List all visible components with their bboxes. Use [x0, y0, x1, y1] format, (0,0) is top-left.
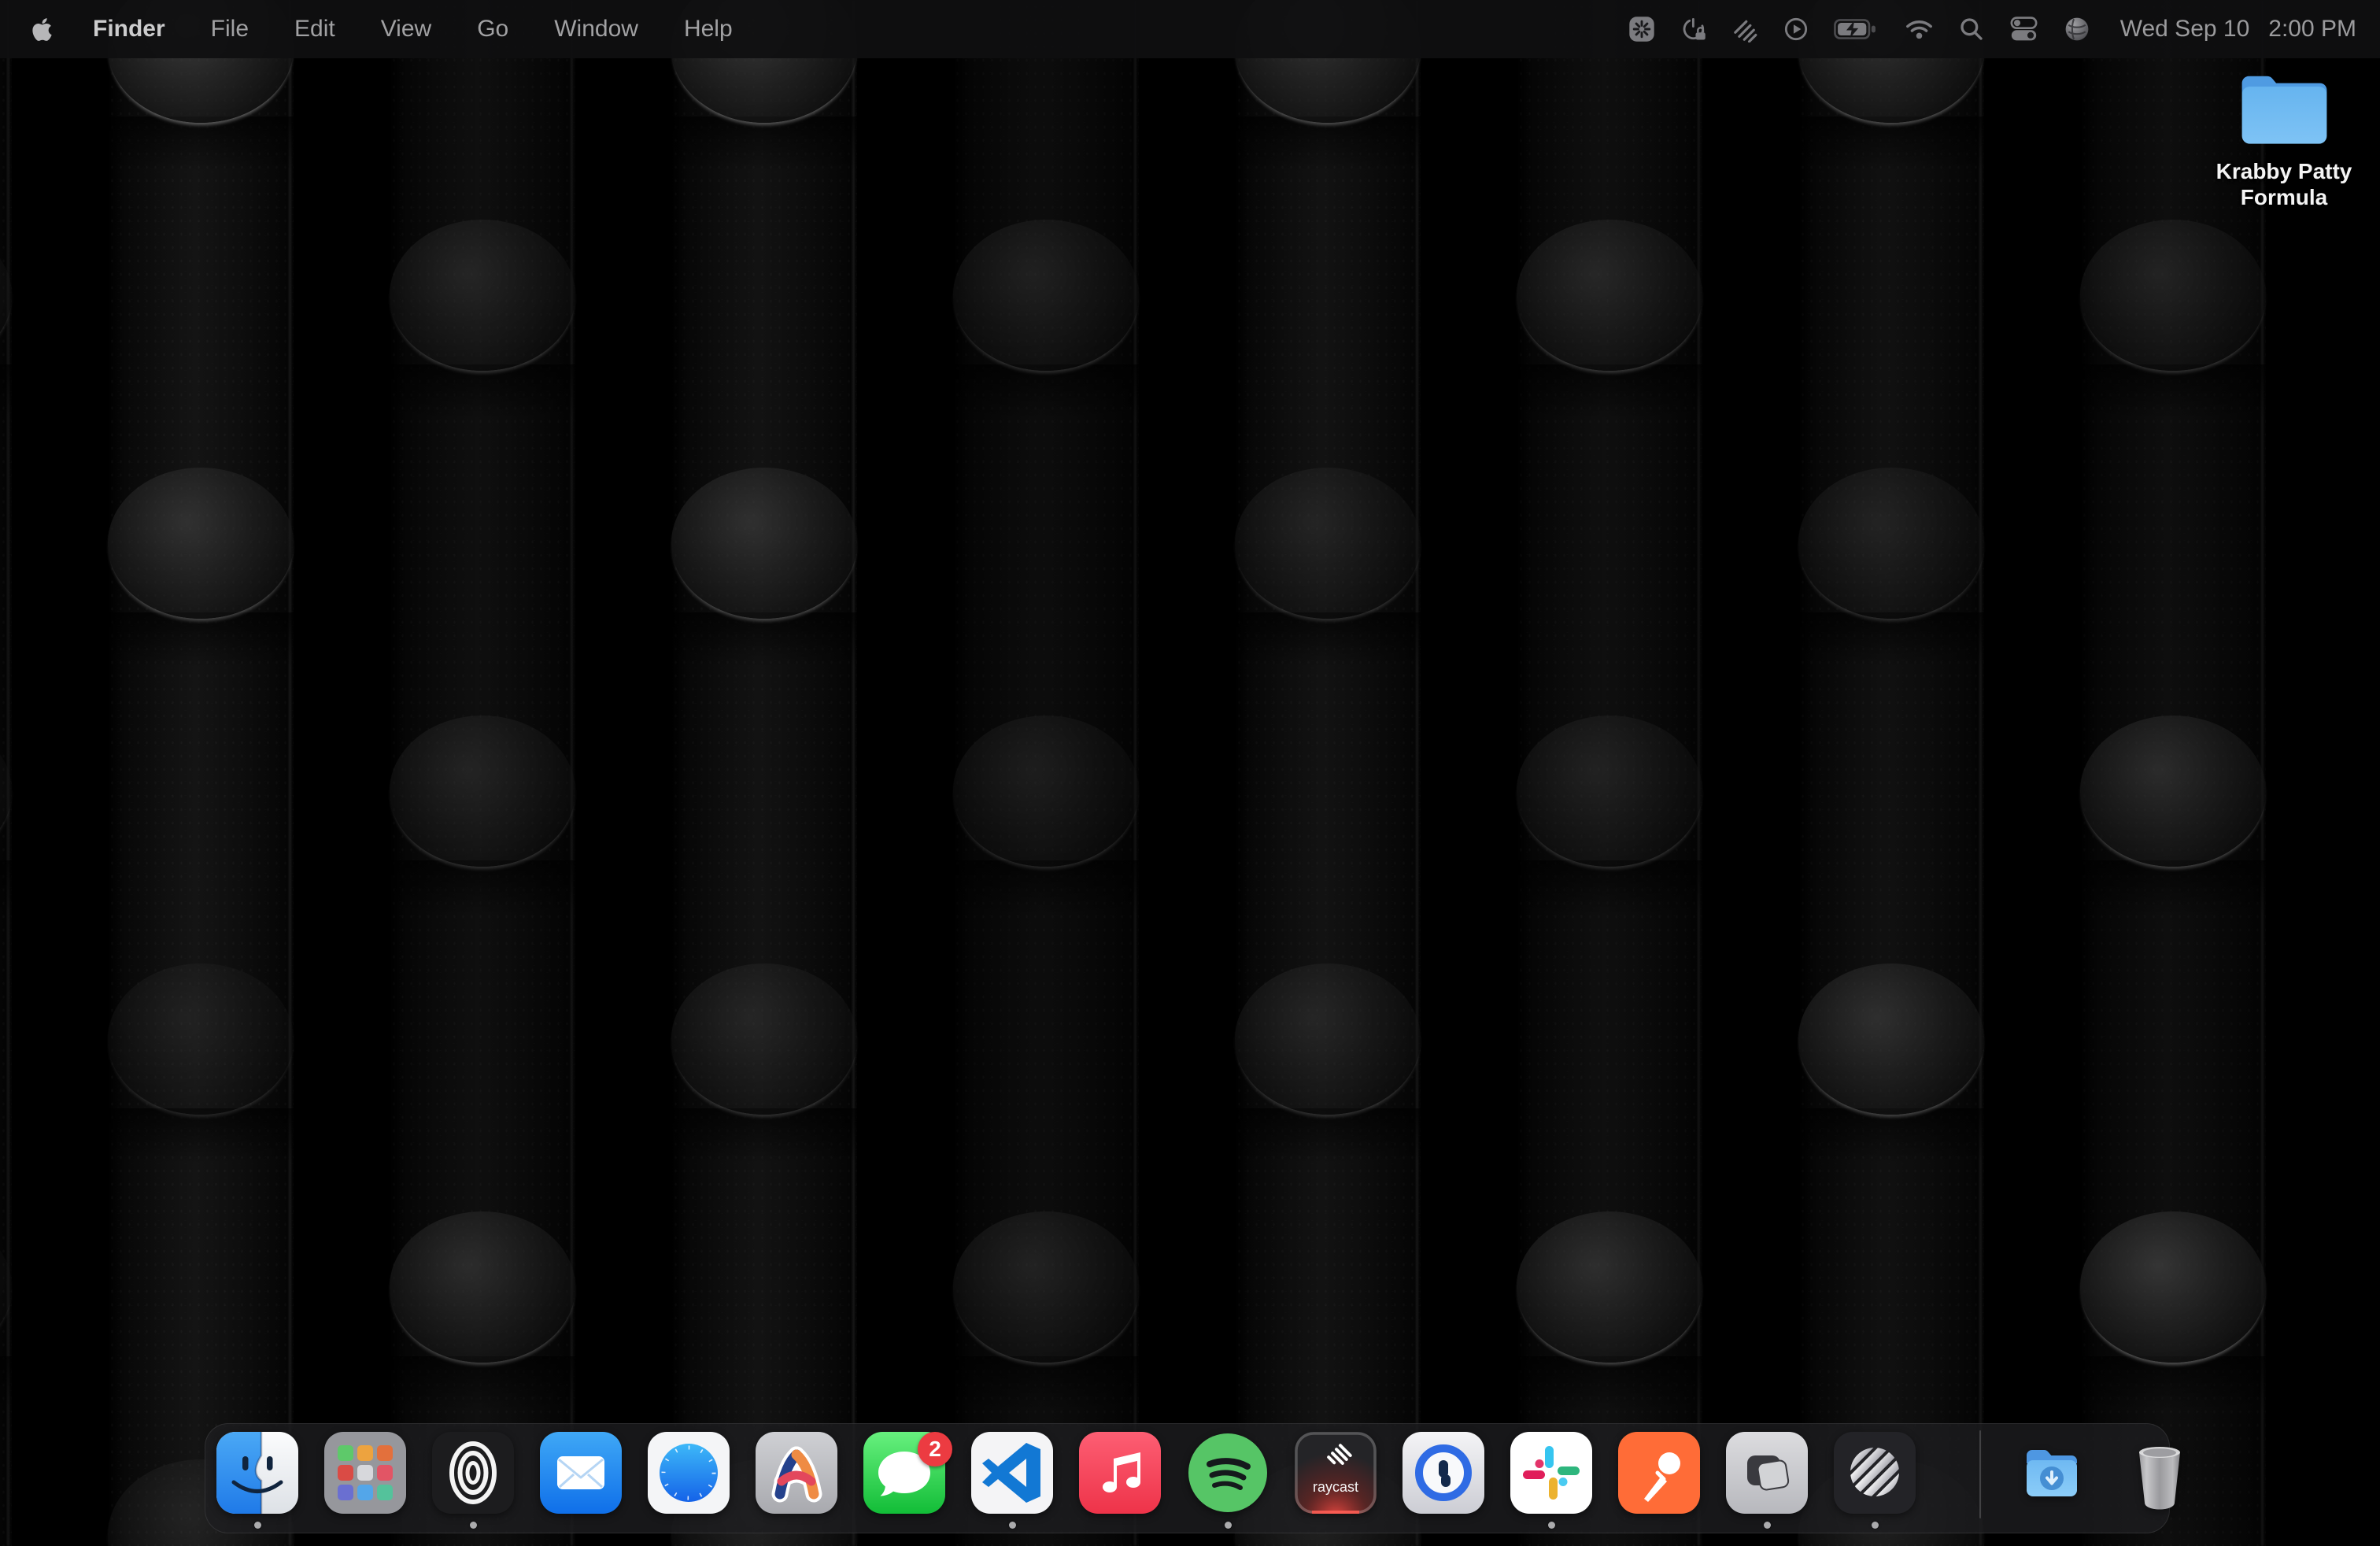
spotlight-search-icon[interactable] [1959, 17, 1984, 42]
svg-text:raycast: raycast [1313, 1479, 1358, 1495]
apple-menu-icon[interactable] [31, 17, 53, 43]
privacy-lock-icon[interactable] [1680, 17, 1707, 42]
running-indicator [470, 1522, 477, 1529]
running-indicator [254, 1522, 261, 1529]
folder-label: Krabby Patty Formula [2190, 158, 2378, 210]
dock-item-onepassword[interactable] [1402, 1432, 1484, 1514]
dock-divider [1979, 1430, 1981, 1518]
dock-item-arc[interactable] [756, 1432, 837, 1514]
menu-bar: FinderFileEditViewGoWindowHelp Wed Sep 1… [0, 0, 2380, 58]
status-icons [1628, 16, 2090, 43]
dock-item-music[interactable] [1079, 1432, 1161, 1514]
running-indicator [1009, 1522, 1016, 1529]
running-indicator [1548, 1522, 1555, 1529]
dock-item-postman[interactable] [1618, 1432, 1700, 1514]
now-playing-icon[interactable] [1783, 17, 1809, 42]
menu-go[interactable]: Go [454, 16, 531, 43]
wallpaper-column [1798, 0, 1984, 1546]
control-center-icon[interactable] [2009, 16, 2038, 43]
dock-item-rings[interactable] [432, 1432, 514, 1514]
menu-bar-status: Wed Sep 10 2:00 PM [1628, 16, 2356, 43]
dock-item-raycast[interactable]: raycast [1295, 1432, 1377, 1514]
dock-item-mail[interactable] [540, 1432, 622, 1514]
menu-help[interactable]: Help [661, 16, 756, 43]
menu-app-name[interactable]: Finder [70, 16, 188, 43]
dock-item-trash[interactable] [2119, 1432, 2201, 1514]
running-indicator [1764, 1522, 1771, 1529]
orb-icon[interactable] [2064, 16, 2090, 43]
wifi-icon[interactable] [1905, 18, 1934, 40]
dock-item-vscode[interactable] [971, 1432, 1053, 1514]
dock-item-safari[interactable] [648, 1432, 730, 1514]
wallpaper-column [1235, 0, 1421, 1546]
wallpaper-column [953, 0, 1139, 1546]
wallpaper-column [1517, 0, 1702, 1546]
diagonal-stripes-icon[interactable] [1732, 17, 1758, 43]
wallpaper-column [0, 0, 12, 1546]
running-indicator [1225, 1522, 1232, 1529]
menu-bar-time[interactable]: 2:00 PM [2268, 16, 2356, 43]
wallpaper-column [2080, 0, 2266, 1546]
menu-edit[interactable]: Edit [272, 16, 358, 43]
dock-item-messages[interactable]: 2 [863, 1432, 945, 1514]
desktop: FinderFileEditViewGoWindowHelp Wed Sep 1… [0, 0, 2380, 1546]
wallpaper-column [108, 0, 294, 1546]
dock-item-launchpad[interactable] [324, 1432, 406, 1514]
starburst-app-icon[interactable] [1628, 16, 1655, 43]
menu-bar-date[interactable]: Wed Sep 10 [2120, 16, 2250, 43]
dock-item-linear[interactable] [1834, 1432, 1916, 1514]
menu-window[interactable]: Window [531, 16, 661, 43]
menu-bar-clock[interactable]: Wed Sep 10 2:00 PM [2120, 16, 2356, 43]
dock-item-downloads[interactable] [2011, 1432, 2093, 1514]
dock-item-spotify[interactable] [1187, 1432, 1269, 1514]
menu-items: FinderFileEditViewGoWindowHelp [70, 16, 756, 43]
notification-badge: 2 [918, 1432, 952, 1466]
battery-charging-icon[interactable] [1834, 17, 1879, 42]
dock-item-squares[interactable] [1726, 1432, 1808, 1514]
wallpaper [0, 0, 2380, 1546]
menu-file[interactable]: File [188, 16, 272, 43]
wallpaper-column [390, 0, 575, 1546]
dock-item-slack[interactable] [1510, 1432, 1592, 1514]
dock-item-finder[interactable] [216, 1432, 298, 1514]
wallpaper-column [671, 0, 857, 1546]
desktop-folder-krabby-patty-formula[interactable]: Krabby Patty Formula [2190, 69, 2378, 210]
running-indicator [1872, 1522, 1879, 1529]
menu-view[interactable]: View [358, 16, 454, 43]
dock: 2 raycast [205, 1423, 2170, 1533]
folder-icon[interactable] [2190, 69, 2378, 147]
